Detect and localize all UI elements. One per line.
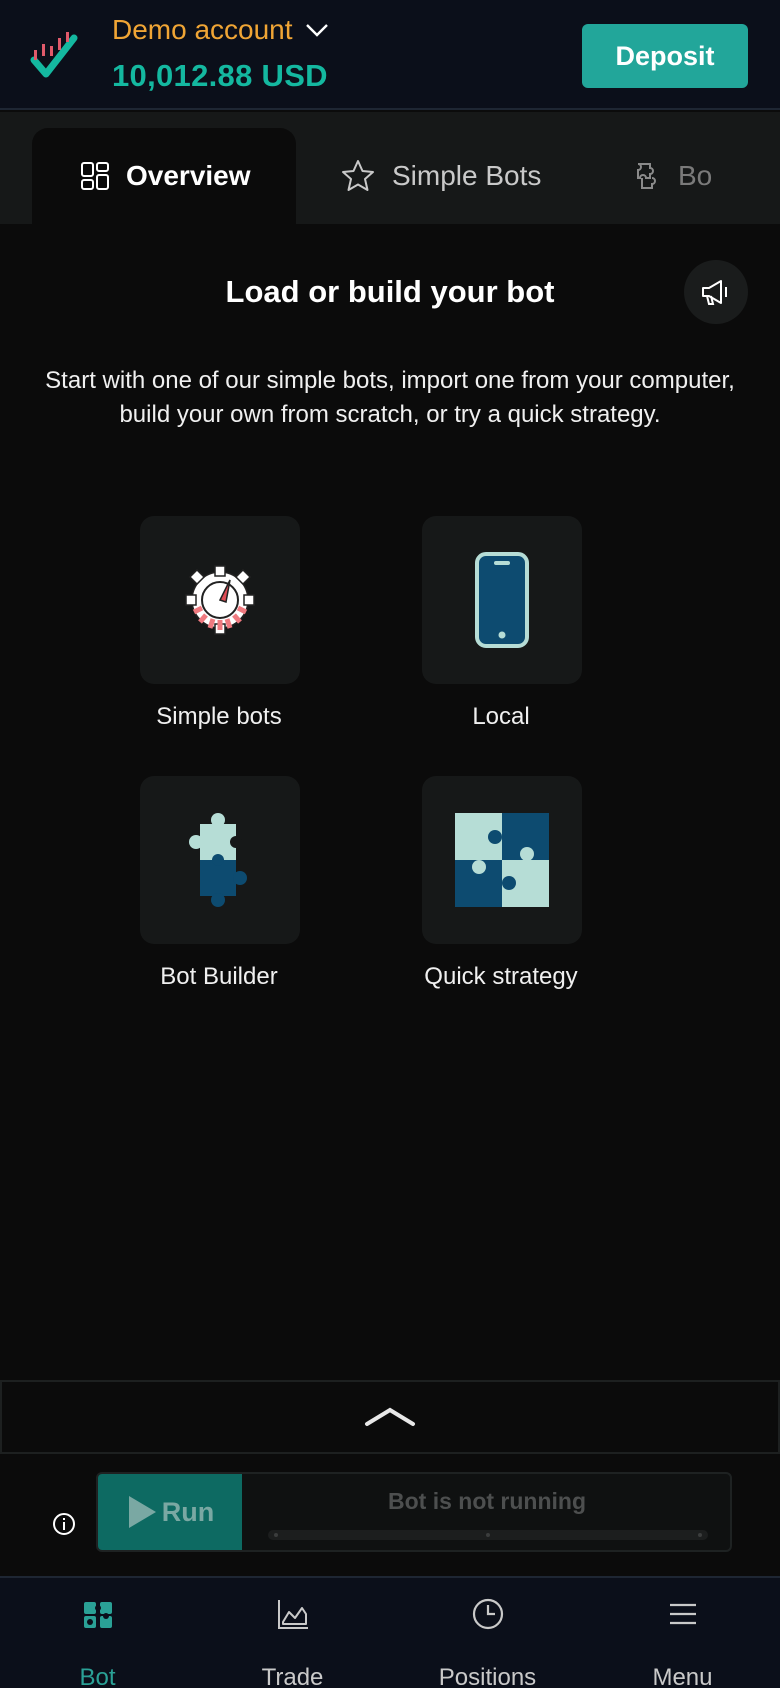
account-balance: 10,012.88 USD — [112, 58, 328, 93]
nav-trade[interactable]: Trade — [195, 1578, 390, 1688]
tab-label: Overview — [126, 160, 251, 191]
nav-positions[interactable]: Positions — [390, 1578, 585, 1688]
tab-simple-bots[interactable]: Simple Bots — [340, 128, 541, 224]
puzzle-icon — [637, 163, 656, 189]
announcements-button[interactable] — [684, 260, 748, 324]
star-icon — [342, 160, 374, 191]
chevron-down-icon[interactable] — [305, 22, 329, 38]
phone-icon — [475, 552, 529, 648]
tab-bar: Overview Simple Bots Bo — [0, 112, 780, 224]
bottom-navigation: Bot Trade Positions Menu — [0, 1576, 780, 1688]
bot-icon — [83, 1602, 112, 1628]
account-switcher[interactable]: Demo account 10,012.88 USD — [112, 14, 329, 94]
local-label: Local — [472, 703, 530, 730]
chevron-up-icon — [365, 1407, 415, 1426]
progress-dot — [698, 1533, 702, 1537]
gear-speedometer-icon — [185, 565, 255, 635]
progress-dot — [274, 1533, 278, 1537]
tab-label: Simple Bots — [392, 160, 542, 191]
page-title: Load or build your bot — [225, 274, 555, 309]
local-card[interactable] — [422, 516, 582, 684]
bot-builder-label: Bot Builder — [160, 963, 278, 990]
nav-bot[interactable]: Bot — [0, 1578, 195, 1688]
hamburger-icon — [669, 1603, 696, 1625]
tab-overview[interactable]: Overview — [32, 128, 296, 224]
run-button[interactable]: Run — [98, 1474, 242, 1550]
bot-progress-track — [268, 1530, 708, 1540]
nav-menu[interactable]: Menu — [585, 1578, 780, 1688]
chart-icon — [277, 1600, 308, 1629]
play-icon — [128, 1496, 156, 1528]
bot-status-text: Bot is not running — [387, 1488, 586, 1514]
app-logo-icon — [30, 32, 78, 78]
tab-bot-builder[interactable]: Bo — [634, 128, 712, 224]
page-description: Start with one of our simple bots, impor… — [45, 367, 735, 428]
bot-builder-card[interactable] — [140, 776, 300, 944]
deposit-button[interactable]: Deposit — [582, 24, 748, 88]
puzzle-pieces-icon — [189, 813, 247, 907]
nav-label: Menu — [652, 1664, 713, 1688]
app-header: Demo account 10,012.88 USD Deposit — [0, 0, 780, 110]
simple-bots-label: Simple bots — [156, 703, 282, 730]
progress-dot — [486, 1533, 490, 1537]
info-icon[interactable] — [52, 1512, 76, 1536]
quick-strategy-label: Quick strategy — [424, 963, 578, 990]
simple-bots-card[interactable] — [140, 516, 300, 684]
nav-label: Bot — [79, 1664, 116, 1688]
run-panel: Run Bot is not running — [0, 1456, 780, 1576]
expand-panel-toggle[interactable] — [0, 1380, 780, 1454]
nav-label: Trade — [261, 1664, 324, 1688]
megaphone-icon — [702, 280, 727, 305]
quick-strategy-card[interactable] — [422, 776, 582, 944]
run-control: Run Bot is not running — [96, 1472, 732, 1552]
account-type-label[interactable]: Demo account — [112, 14, 293, 46]
nav-label: Positions — [438, 1664, 537, 1688]
dashboard-icon — [81, 162, 109, 190]
clock-icon — [472, 1598, 503, 1630]
puzzle-grid-icon — [455, 813, 549, 907]
run-button-label: Run — [161, 1496, 215, 1527]
tab-label: Bo — [678, 160, 713, 191]
